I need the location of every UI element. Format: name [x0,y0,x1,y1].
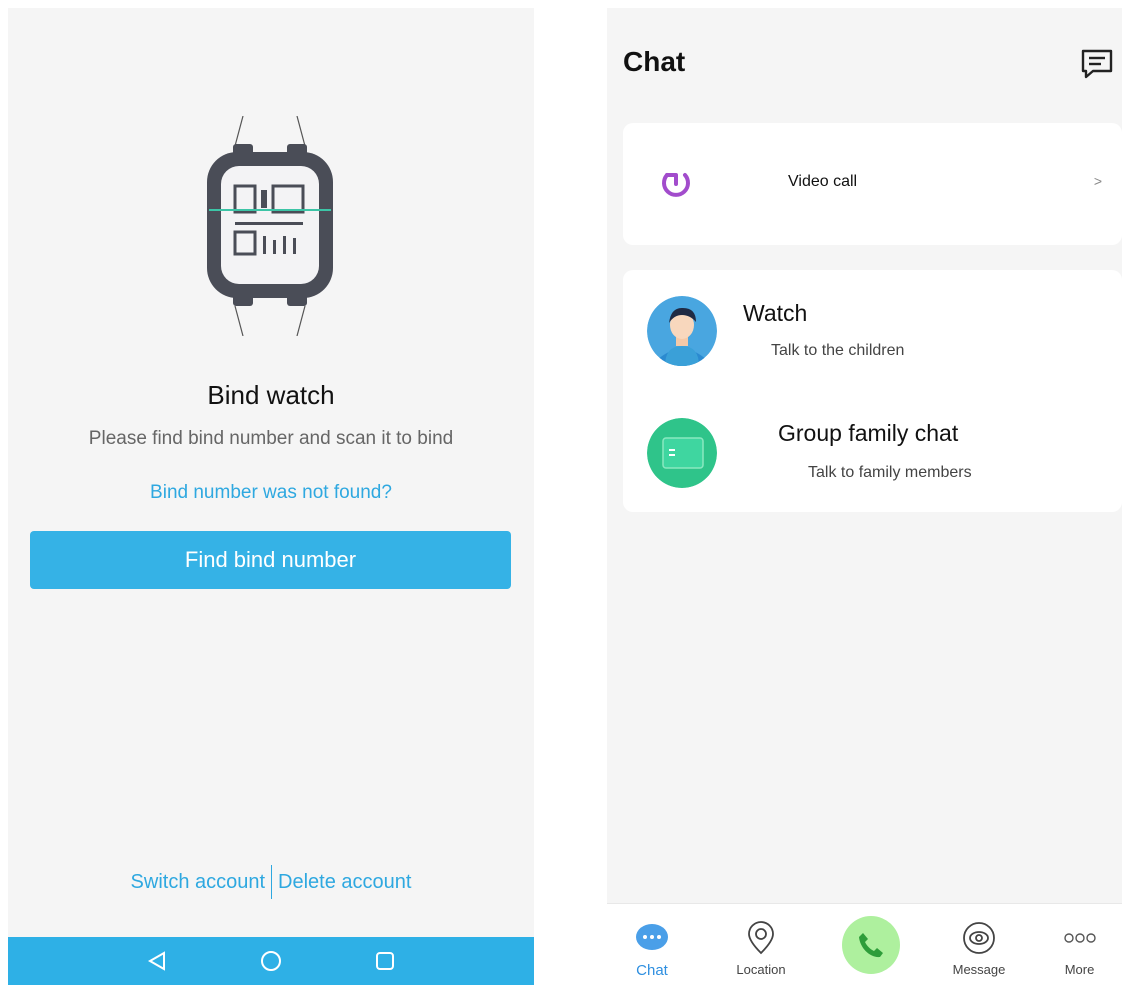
video-call-card[interactable]: Video call > [623,123,1122,245]
group-avatar [647,418,717,488]
eye-icon [963,922,995,954]
contact-row-watch[interactable]: Watch Talk to the children [623,280,1122,390]
home-nav-button[interactable] [251,941,291,981]
contact-subtitle: Talk to family members [808,464,972,481]
back-icon [147,951,165,971]
video-call-label: Video call [788,173,858,190]
recents-nav-button[interactable] [365,941,405,981]
video-call-icon [662,173,690,197]
page-title: Chat [623,46,686,77]
back-nav-button[interactable] [137,941,177,981]
bind-watch-screen: Bind watch Please find bind number and s… [8,8,534,985]
switch-account-link[interactable]: Switch account [125,871,272,894]
contact-name: Watch [743,300,808,326]
bind-description: Please find bind number and scan it to b… [88,428,454,449]
tab-chat[interactable]: Chat [607,904,697,986]
recents-icon [376,952,394,970]
system-nav-bar [8,937,534,985]
chat-screen: Chat Video call > Watch Talk to the chil… [607,8,1122,985]
tab-more[interactable]: More [1037,904,1122,986]
tab-label: More [1064,962,1095,977]
chat-bubble-icon [636,924,668,950]
contact-name: Group family chat [778,420,959,446]
tab-label: Message [952,962,1006,977]
tab-message[interactable]: Message [934,904,1024,986]
contact-subtitle: Talk to the children [771,342,905,359]
delete-account-link[interactable]: Delete account [272,871,417,894]
home-icon [261,951,281,971]
bottom-tab-bar: Chat Location Message More [607,903,1122,985]
location-pin-icon [748,921,774,955]
call-button[interactable] [842,916,900,974]
child-avatar-icon [647,296,717,366]
bind-number-not-found-link[interactable]: Bind number was not found? [8,482,534,504]
contacts-card: Watch Talk to the children Group family … [623,270,1122,512]
child-avatar [647,296,717,366]
compose-message-icon[interactable] [1079,46,1115,82]
phone-icon [859,933,883,958]
chevron-right-icon: > [1093,173,1102,189]
more-dots-icon [1063,933,1096,943]
contact-row-group-family-chat[interactable]: Group family chat Talk to family members [623,398,1122,508]
tab-location[interactable]: Location [716,904,806,986]
tab-label: Location [736,962,786,977]
bind-title: Bind watch [207,380,335,410]
group-chat-icon [647,418,717,488]
tab-label: Chat [636,962,668,979]
account-links: Switch account Delete account [8,864,534,900]
find-bind-number-button[interactable]: Find bind number [30,531,511,589]
watch-qr-illustration [207,116,333,336]
